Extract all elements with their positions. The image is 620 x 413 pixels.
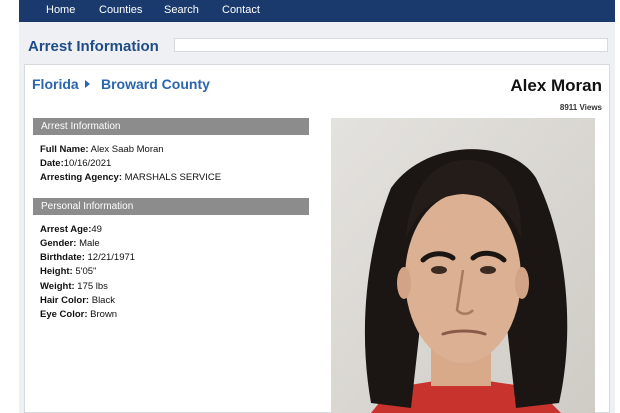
breadcrumb-state[interactable]: Florida <box>32 76 79 92</box>
chevron-right-icon <box>85 80 90 88</box>
field-date: Date:10/16/2021 <box>40 158 111 169</box>
title-bar <box>174 38 608 52</box>
personal-info-header: Personal Information <box>33 198 309 215</box>
field-arresting-agency: Arresting Agency: MARSHALS SERVICE <box>40 172 221 183</box>
field-label: Arresting Agency: <box>40 172 122 183</box>
nav-contact[interactable]: Contact <box>222 4 260 16</box>
field-value: Alex Saab Moran <box>88 144 164 155</box>
field-label: Gender: <box>40 238 77 249</box>
field-label: Arrest Age: <box>40 224 92 235</box>
view-count: 8911 Views <box>559 103 602 112</box>
field-value: 12/21/1971 <box>84 252 136 263</box>
field-gender: Gender: Male <box>40 238 100 249</box>
field-label: Eye Color: <box>40 309 88 320</box>
field-height: Height: 5'05" <box>40 266 96 277</box>
field-value: 175 lbs <box>74 281 108 292</box>
field-label: Birthdate: <box>40 252 85 263</box>
field-label: Weight: <box>40 281 75 292</box>
field-weight: Weight: 175 lbs <box>40 281 108 292</box>
field-label: Hair Color: <box>40 295 90 306</box>
nav-search[interactable]: Search <box>164 4 199 16</box>
nav-home[interactable]: Home <box>46 4 75 16</box>
arrest-info-header: Arrest Information <box>33 118 309 135</box>
nav-counties[interactable]: Counties <box>99 4 142 16</box>
field-value: Black <box>89 295 115 306</box>
mugshot-photo <box>331 118 595 413</box>
field-arrest-age: Arrest Age:49 <box>40 224 102 235</box>
field-value: 5'05" <box>72 266 97 277</box>
field-value: Male <box>76 238 100 249</box>
breadcrumb-county[interactable]: Broward County <box>101 76 210 92</box>
field-full-name: Full Name: Alex Saab Moran <box>40 144 164 155</box>
field-value: MARSHALS SERVICE <box>122 172 222 183</box>
field-label: Height: <box>40 266 73 277</box>
section-title: Arrest Information <box>28 38 159 55</box>
field-label: Full Name: <box>40 144 89 155</box>
field-hair-color: Hair Color: Black <box>40 295 115 306</box>
person-name: Alex Moran <box>510 76 602 95</box>
field-value: Brown <box>87 309 118 320</box>
field-eye-color: Eye Color: Brown <box>40 309 117 320</box>
mugshot-illustration <box>331 118 595 413</box>
field-birthdate: Birthdate: 12/21/1971 <box>40 252 135 263</box>
field-value: 10/16/2021 <box>63 158 112 169</box>
field-value: 49 <box>91 224 102 235</box>
field-label: Date: <box>40 158 64 169</box>
top-nav: Home Counties Search Contact <box>19 0 615 22</box>
